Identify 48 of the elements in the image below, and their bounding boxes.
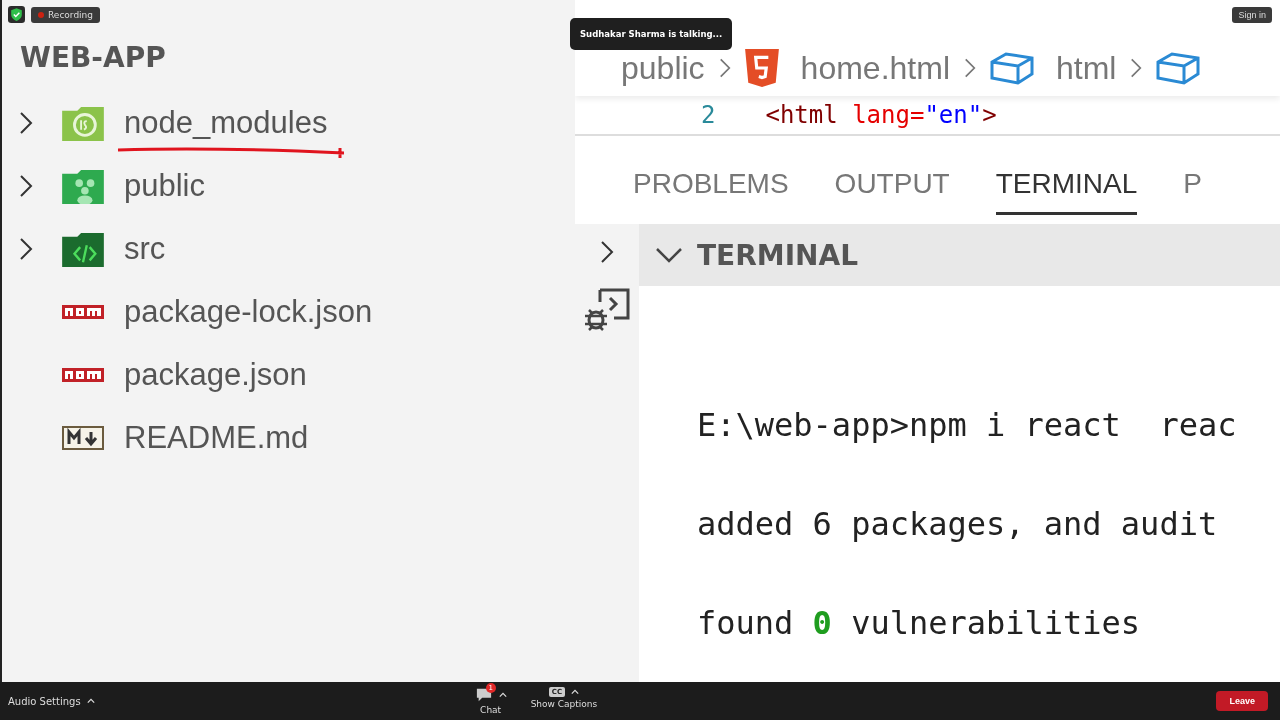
caret-icon[interactable] xyxy=(86,698,95,704)
file-name[interactable]: public xyxy=(124,167,205,203)
cube-icon xyxy=(1156,50,1201,86)
shield-icon xyxy=(8,6,25,23)
terminal-line: found 0 vulnerabilities xyxy=(697,604,1142,644)
chevron-icon[interactable] xyxy=(600,240,614,264)
markdown-file-icon xyxy=(62,425,104,450)
breadcrumb-item[interactable]: home.html xyxy=(800,49,950,87)
folder-icon xyxy=(62,104,104,141)
html5-icon xyxy=(744,49,779,87)
terminal-line: added 6 packages, and audit xyxy=(697,505,1219,545)
explorer-title: WEB-APP xyxy=(19,40,167,76)
code-line: <html lang="en"> xyxy=(765,101,997,129)
cube-icon xyxy=(990,50,1034,86)
recording-badge: Recording xyxy=(31,6,100,23)
speaker-toast: Sudhakar Sharma is talking... xyxy=(570,18,733,50)
chevron-icon[interactable] xyxy=(655,247,683,263)
chevron-icon[interactable] xyxy=(19,173,33,198)
chevron-icon xyxy=(964,57,976,79)
chevron-icon xyxy=(718,57,731,79)
npm-file-icon xyxy=(62,304,104,319)
file-name[interactable]: src xyxy=(124,230,166,266)
leave-button[interactable]: Leave xyxy=(1216,691,1268,711)
chevron-icon xyxy=(1130,57,1143,79)
file-name[interactable]: node_modules xyxy=(124,104,328,140)
chevron-icon[interactable] xyxy=(19,110,33,135)
terminal-line: E:\web-app>npm i react reac xyxy=(697,406,1238,446)
file-name[interactable]: README.md xyxy=(124,419,309,455)
chevron-icon[interactable] xyxy=(19,236,33,261)
panel-tab[interactable]: P xyxy=(1183,157,1202,215)
panel-tab[interactable]: PROBLEMS xyxy=(633,157,789,215)
caret-icon[interactable] xyxy=(498,692,507,698)
file-name[interactable]: package.json xyxy=(124,356,307,392)
debug-console-icon[interactable] xyxy=(584,286,630,332)
panel-tab[interactable]: TERMINAL xyxy=(995,157,1138,215)
caret-icon[interactable] xyxy=(571,689,580,695)
line-number: 2 xyxy=(701,101,716,129)
chat-icon[interactable] xyxy=(474,687,493,703)
terminal-header[interactable]: TERMINAL xyxy=(639,224,1280,286)
folder-icon xyxy=(62,230,104,267)
sign-in-button[interactable]: Sign in xyxy=(1232,7,1272,23)
panel-tab[interactable]: OUTPUT xyxy=(834,157,950,215)
breadcrumb-item[interactable]: public xyxy=(621,49,705,87)
audio-settings-button[interactable]: Audio Settings xyxy=(8,695,95,707)
file-name[interactable]: package-lock.json xyxy=(124,293,373,329)
breadcrumb-item[interactable]: html xyxy=(1056,49,1117,87)
folder-icon xyxy=(62,167,104,204)
npm-file-icon xyxy=(62,367,104,382)
